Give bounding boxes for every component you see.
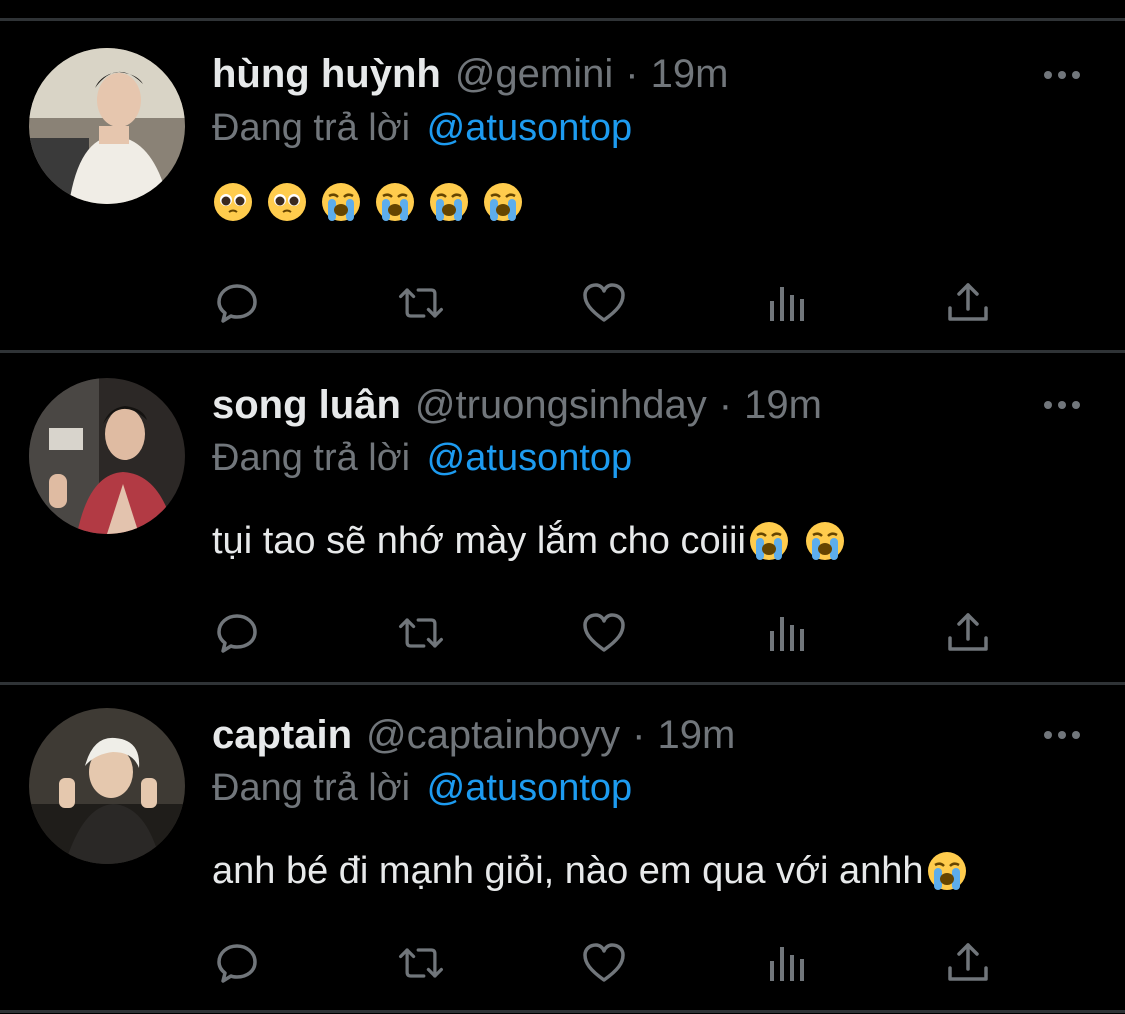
tweet-header: hùng huỳnh @gemini · 19m: [212, 44, 728, 104]
avatar[interactable]: [29, 708, 185, 864]
retweet-icon[interactable]: [396, 936, 446, 990]
mention-link[interactable]: @atusontop: [427, 107, 633, 149]
replying-prefix: Đang trả lời: [212, 767, 411, 809]
separator: ·: [632, 713, 646, 757]
reply-icon[interactable]: [212, 276, 262, 330]
loudly-crying-face-icon: [428, 181, 470, 223]
like-icon[interactable]: [579, 606, 629, 660]
tweet-2[interactable]: song luân @truongsinhday · 19m Đang trả …: [0, 353, 1125, 683]
loudly-crying-face-icon: [748, 520, 790, 562]
more-options-icon[interactable]: [1040, 395, 1084, 415]
tweet-text-content: anh bé đi mạnh giỏi, nào em qua với anhh: [212, 850, 924, 892]
tweet-text: [212, 181, 536, 223]
separator: ·: [718, 383, 733, 427]
display-name[interactable]: hùng huỳnh: [212, 44, 441, 104]
tweet-header: captain @captainboyy · 19m: [212, 705, 735, 765]
avatar[interactable]: [29, 48, 185, 204]
display-name[interactable]: song luân: [212, 375, 401, 435]
tweet-1[interactable]: hùng huỳnh @gemini · 19m Đang trả lời @a…: [0, 21, 1125, 351]
mention-link[interactable]: @atusontop: [427, 437, 633, 479]
replying-to: Đang trả lời @atusontop: [212, 763, 632, 813]
username[interactable]: @captainboyy: [366, 705, 620, 765]
share-icon[interactable]: [943, 936, 993, 990]
tweet-text: tụi tao sẽ nhớ mày lắm cho coiii: [212, 511, 846, 571]
share-icon[interactable]: [943, 606, 993, 660]
tweet-3[interactable]: captain @captainboyy · 19m Đang trả lời …: [0, 685, 1125, 1014]
reply-icon[interactable]: [212, 936, 262, 990]
loudly-crying-face-icon: [482, 181, 524, 223]
replying-to: Đang trả lời @atusontop: [212, 103, 632, 153]
separator: ·: [625, 52, 639, 96]
tweet-actions: [0, 276, 1125, 330]
more-options-icon[interactable]: [1040, 65, 1084, 85]
pleading-face-icon: [266, 181, 308, 223]
replying-prefix: Đang trả lời: [212, 107, 411, 149]
analytics-icon[interactable]: [762, 936, 812, 990]
loudly-crying-face-icon: [926, 850, 968, 892]
username[interactable]: @gemini: [455, 44, 613, 104]
mention-link[interactable]: @atusontop: [427, 767, 633, 809]
display-name[interactable]: captain: [212, 705, 352, 765]
reply-icon[interactable]: [212, 606, 262, 660]
tweet-text-content: tụi tao sẽ nhớ mày lắm cho coiii: [212, 520, 746, 562]
analytics-icon[interactable]: [762, 276, 812, 330]
pleading-face-icon: [212, 181, 254, 223]
like-icon[interactable]: [579, 276, 629, 330]
more-options-icon[interactable]: [1040, 725, 1084, 745]
retweet-icon[interactable]: [396, 276, 446, 330]
analytics-icon[interactable]: [762, 606, 812, 660]
like-icon[interactable]: [579, 936, 629, 990]
retweet-icon[interactable]: [396, 606, 446, 660]
tweet-actions: [0, 606, 1125, 660]
timestamp[interactable]: 19m: [744, 375, 822, 435]
username[interactable]: @truongsinhday: [415, 375, 707, 435]
loudly-crying-face-icon: [374, 181, 416, 223]
replying-prefix: Đang trả lời: [212, 437, 411, 479]
avatar[interactable]: [29, 378, 185, 534]
divider-bottom: [0, 1010, 1125, 1013]
share-icon[interactable]: [943, 276, 993, 330]
timestamp[interactable]: 19m: [657, 705, 735, 765]
loudly-crying-face-icon: [804, 520, 846, 562]
loudly-crying-face-icon: [320, 181, 362, 223]
replying-to: Đang trả lời @atusontop: [212, 433, 632, 483]
tweet-actions: [0, 936, 1125, 990]
tweet-header: song luân @truongsinhday · 19m: [212, 375, 822, 435]
timestamp[interactable]: 19m: [651, 44, 729, 104]
tweet-text: anh bé đi mạnh giỏi, nào em qua với anhh: [212, 841, 968, 901]
